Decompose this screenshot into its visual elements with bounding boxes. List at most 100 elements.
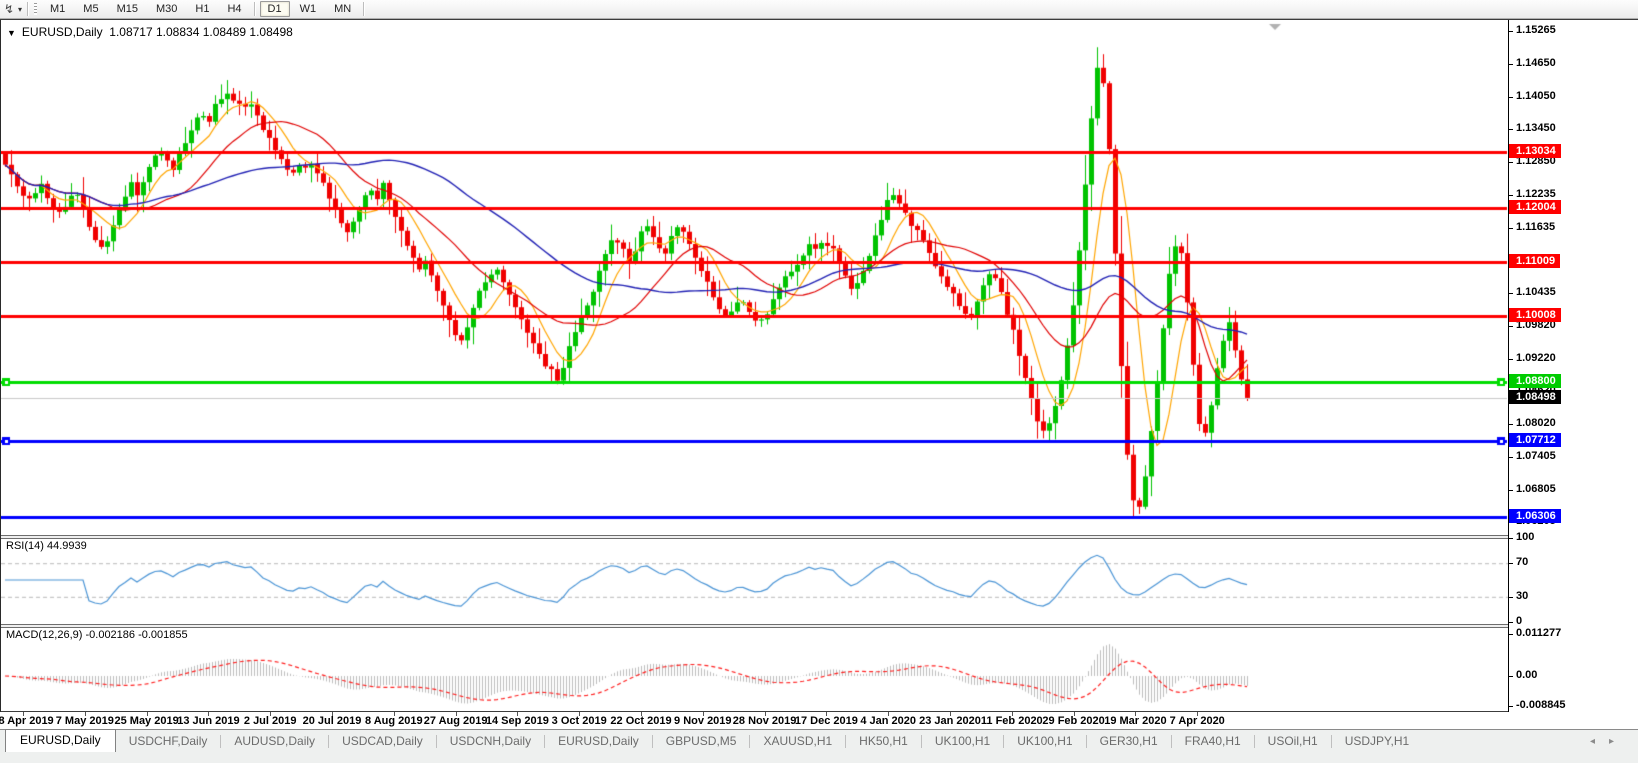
chart-tab-fra40-h1[interactable]: FRA40,H1 (1172, 731, 1254, 752)
chart-tab-uk100-h1[interactable]: UK100,H1 (1004, 731, 1085, 752)
date-axis-label: 27 Aug 2019 (423, 715, 488, 727)
date-axis-label: 4 Jan 2020 (860, 715, 917, 727)
chart-tab-usoil-h1[interactable]: USOil,H1 (1255, 731, 1331, 752)
axis-tick-mark (146, 712, 148, 716)
axis-tick-mark (1508, 64, 1513, 66)
rsi-axis-tick: 30 (1516, 589, 1529, 602)
price-axis-tick: 1.14050 (1516, 89, 1556, 102)
date-axis-label: 20 Jul 2019 (302, 715, 362, 727)
axis-tick-mark (1011, 712, 1013, 716)
price-axis-tick: 1.14650 (1516, 57, 1556, 70)
date-axis-label: 17 Dec 2019 (794, 715, 858, 727)
price-level-tag: 1.08800 (1509, 373, 1561, 388)
axis-tick-mark (208, 712, 210, 716)
chart-left-border (0, 20, 1, 712)
chart-tab-uk100-h1[interactable]: UK100,H1 (922, 731, 1003, 752)
axis-tick-mark (270, 712, 272, 716)
date-axis-label: 19 Mar 2020 (1104, 715, 1167, 727)
axis-tick-mark (1508, 596, 1513, 598)
axis-tick-mark (1508, 622, 1513, 623)
date-axis-label: 22 Oct 2019 (610, 715, 672, 727)
date-axis-label: 25 May 2019 (114, 715, 179, 727)
chart-title: ▼ EURUSD,Daily 1.08717 1.08834 1.08489 1.… (7, 25, 293, 39)
date-axis-label: 23 Jan 2020 (919, 715, 981, 727)
macd-label: MACD(12,26,9) -0.002186 -0.001855 (6, 629, 188, 641)
chart-tab-eurusd-daily[interactable]: EURUSD,Daily (545, 731, 652, 752)
tab-scroll-right-icon[interactable]: ▸ (1609, 736, 1628, 747)
macd-indicator-canvas[interactable] (1, 626, 1508, 711)
chart-tab-hk50-h1[interactable]: HK50,H1 (846, 731, 921, 752)
macd-values: -0.002186 -0.001855 (85, 629, 188, 641)
date-axis-label: 18 Apr 2019 (0, 715, 54, 727)
price-scale-separator (1508, 20, 1509, 712)
cursor-tool-dropdown-icon[interactable]: ▾ (18, 5, 22, 14)
chart-tab-gbpusd-m5[interactable]: GBPUSD,M5 (653, 731, 750, 752)
timeframe-button-m15[interactable]: M15 (109, 1, 146, 17)
time-axis[interactable]: 18 Apr 20197 May 201925 May 201913 Jun 2… (0, 712, 1638, 729)
macd-axis-tick: 0.00 (1516, 669, 1538, 681)
status-bar (0, 752, 1638, 763)
date-axis-label: 11 Feb 2020 (980, 715, 1043, 727)
price-axis-tick: 1.12235 (1516, 188, 1556, 201)
timeframe-button-h1[interactable]: H1 (187, 1, 217, 17)
timeframe-buttons: M1 M5 M15 M30 H1 H4 D1 W1 MN (41, 1, 368, 17)
axis-tick-mark (888, 712, 890, 716)
axis-tick-mark (1508, 706, 1513, 707)
macd-axis-tick: 0.011277 (1516, 627, 1562, 639)
chart-tab-audusd-daily[interactable]: AUDUSD,Daily (221, 731, 328, 752)
chart-tab-usdjpy-h1[interactable]: USDJPY,H1 (1332, 731, 1422, 752)
chart-window: ▼ EURUSD,Daily 1.08717 1.08834 1.08489 1.… (0, 19, 1638, 729)
price-axis-tick: 1.09220 (1516, 351, 1556, 364)
chart-dropdown-icon[interactable]: ▼ (7, 28, 16, 38)
timeframe-button-m5[interactable]: M5 (75, 1, 106, 17)
chart-tab-usdchf-daily[interactable]: USDCHF,Daily (116, 731, 221, 752)
chart-tab-ger30-h1[interactable]: GER30,H1 (1087, 731, 1171, 752)
toolbar-separator (363, 2, 366, 16)
date-axis-label: 28 Nov 2019 (732, 715, 797, 727)
date-axis-label: 7 Apr 2020 (1169, 715, 1225, 727)
toolbar-grip-icon[interactable] (34, 3, 38, 15)
rsi-axis-tick: 0 (1516, 615, 1523, 627)
price-axis-tick: 1.06805 (1516, 482, 1556, 495)
timeframe-button-mn[interactable]: MN (326, 1, 359, 17)
axis-tick-mark (393, 712, 395, 716)
price-chart-canvas[interactable] (1, 21, 1508, 535)
axis-tick-mark (1508, 457, 1513, 459)
axis-tick-mark (950, 712, 951, 716)
price-level-tag: 1.06306 (1509, 508, 1561, 523)
axis-tick-mark (1508, 538, 1513, 539)
axis-tick-mark (1508, 423, 1513, 425)
rsi-axis-tick: 100 (1516, 531, 1535, 543)
chart-tab-eurusd-daily[interactable]: EURUSD,Daily (5, 729, 116, 752)
rsi-indicator-canvas[interactable] (1, 537, 1508, 624)
rsi-label: RSI(14) 44.9939 (6, 540, 87, 552)
timeframe-button-m30[interactable]: M30 (148, 1, 185, 17)
price-axis-tick: 1.15265 (1516, 23, 1556, 36)
axis-tick-mark (702, 712, 704, 716)
axis-tick-mark (1508, 326, 1513, 328)
date-axis-label: 29 Feb 2020 (1042, 715, 1105, 727)
timeframe-button-w1[interactable]: W1 (292, 1, 325, 17)
axis-tick-mark (1508, 227, 1513, 229)
timeframe-button-h4[interactable]: H4 (219, 1, 249, 17)
axis-tick-mark (641, 712, 642, 716)
timeframe-button-d1[interactable]: D1 (259, 1, 290, 17)
axis-tick-mark (764, 712, 766, 716)
axis-tick-mark (1508, 161, 1513, 163)
chart-tab-usdcad-daily[interactable]: USDCAD,Daily (329, 731, 436, 752)
chart-tab-xauusd-h1[interactable]: XAUUSD,H1 (750, 731, 845, 752)
axis-tick-mark (1135, 712, 1137, 716)
axis-tick-mark (455, 712, 457, 716)
chart-tab-bar: EURUSD,Daily USDCHF,Daily AUDUSD,Daily USDC… (0, 729, 1638, 752)
tab-scroll-left-icon[interactable]: ◂ (1590, 736, 1609, 747)
axis-tick-mark (1508, 292, 1513, 294)
chart-tab-usdcnh-daily[interactable]: USDCNH,Daily (437, 731, 544, 752)
cursor-tool-icon[interactable]: ↯ (0, 2, 18, 16)
date-axis-label: 9 Nov 2019 (674, 715, 732, 727)
chart-symbol-label: EURUSD,Daily (21, 25, 103, 39)
axis-tick-mark (1508, 96, 1513, 98)
timeframe-button-m1[interactable]: M1 (42, 1, 73, 17)
axis-tick-mark (1508, 358, 1513, 360)
toolbar-separator (27, 2, 30, 16)
toolbar-separator (253, 2, 256, 16)
